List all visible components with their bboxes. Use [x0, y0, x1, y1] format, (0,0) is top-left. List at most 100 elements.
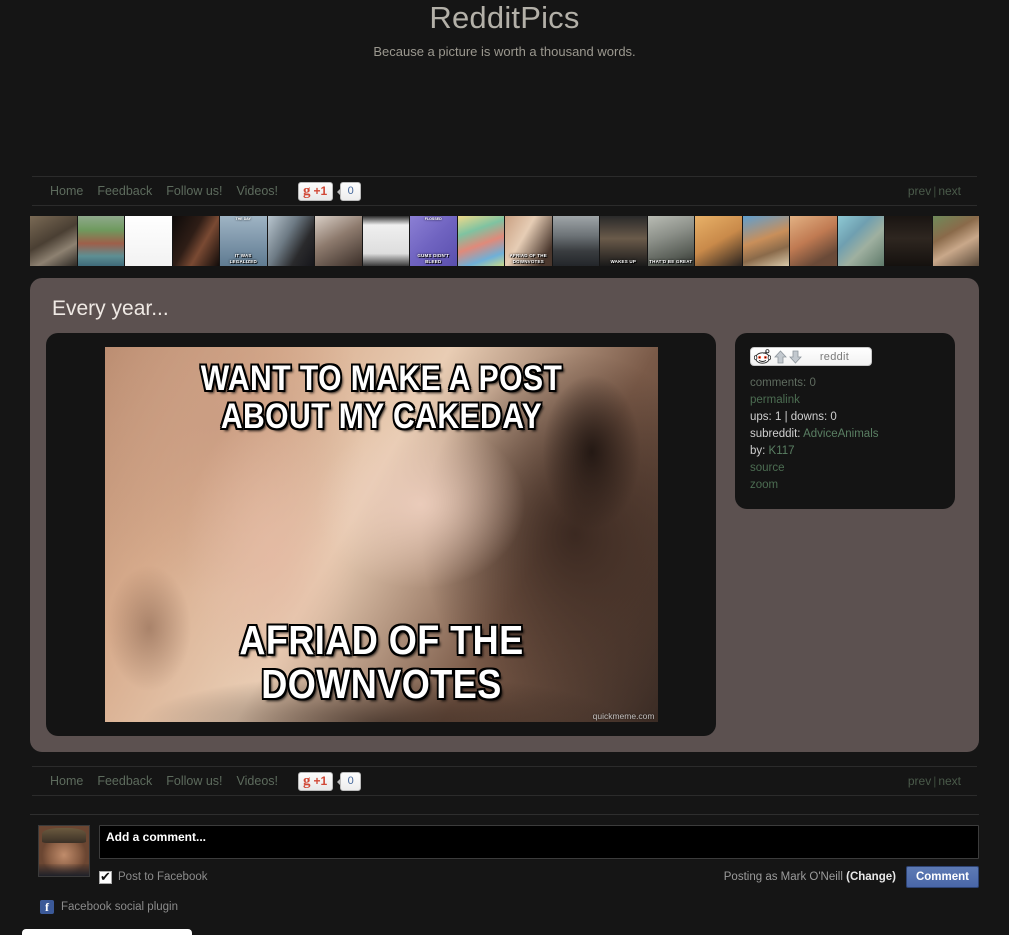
post-title: Every year...: [52, 297, 169, 320]
facebook-plugin-label: Facebook social plugin: [61, 901, 178, 913]
prev-link-bottom[interactable]: prev: [908, 774, 931, 788]
nav-item-videos-bottom[interactable]: Videos!: [237, 774, 278, 788]
meme-top-text: WANT TO MAKE A POST ABOUT MY CAKEDAY: [200, 359, 562, 436]
pager-top: prev | next: [908, 184, 961, 198]
thumbnail-label: WAKES UP: [610, 259, 637, 264]
nav-item-follow-us[interactable]: Follow us!: [166, 184, 222, 198]
subreddit-label: subreddit:: [750, 427, 801, 440]
thumbnail-label: THAT'D BE GREAT: [649, 259, 693, 264]
pager-bottom: prev | next: [908, 774, 961, 788]
plus-one-count-bubble-bottom[interactable]: 0: [337, 771, 362, 791]
thumbnail-item[interactable]: [932, 216, 979, 266]
thumbnail-item[interactable]: [790, 216, 837, 266]
google-plus-one-button[interactable]: g +1: [298, 181, 334, 201]
posting-as-text: Posting as Mark O'Neill (Change): [724, 871, 896, 883]
thumbnail-item[interactable]: [362, 216, 409, 266]
by-label: by:: [750, 444, 766, 457]
thumbnail-item[interactable]: [77, 216, 124, 266]
reddit-vote-arrows[interactable]: [774, 349, 802, 364]
next-link-top[interactable]: next: [938, 184, 961, 198]
google-plus-one-widget: g +1 0: [298, 181, 362, 201]
plus-one-label-bottom: +1: [313, 773, 328, 788]
post-sidebar: reddit comments: 0 permalink ups: 1 | do…: [735, 333, 955, 509]
nav-item-follow-us-bottom[interactable]: Follow us!: [166, 774, 222, 788]
thumbnail-top-label: FLOSSED: [424, 217, 442, 221]
change-user-link[interactable]: (Change): [846, 871, 896, 883]
thumbnail-item[interactable]: [267, 216, 314, 266]
thumbnail-item[interactable]: [172, 216, 219, 266]
meta-comments: comments: 0: [750, 374, 940, 391]
comment-input[interactable]: [99, 825, 979, 859]
meme-image[interactable]: WANT TO MAKE A POST ABOUT MY CAKEDAY AFR…: [104, 347, 658, 722]
thumbnail-item[interactable]: [125, 216, 172, 266]
prev-link-top[interactable]: prev: [908, 184, 931, 198]
thumbnail-item[interactable]: [552, 216, 599, 266]
facebook-comment-widget: Post to Facebook Posting as Mark O'Neill…: [30, 814, 979, 914]
comment-main: Post to Facebook Posting as Mark O'Neill…: [99, 825, 979, 888]
thumbnail-item[interactable]: [742, 216, 789, 266]
next-link-bottom[interactable]: next: [938, 774, 961, 788]
reddit-vote-widget[interactable]: reddit: [750, 347, 872, 366]
thumbnail-item[interactable]: [837, 216, 884, 266]
top-navbar: Home Feedback Follow us! Videos! g +1 0 …: [32, 176, 977, 206]
subreddit-value[interactable]: AdviceAnimals: [803, 428, 878, 440]
nav-item-home-bottom[interactable]: Home: [50, 774, 83, 788]
facebook-icon: f: [40, 900, 54, 914]
nav-links-bottom: Home Feedback Follow us! Videos! g +1 0: [32, 771, 362, 791]
meta-author: by: K117: [750, 442, 940, 459]
comment-submit-area: Posting as Mark O'Neill (Change) Comment: [724, 866, 979, 888]
source-link[interactable]: source: [750, 462, 785, 474]
nav-links: Home Feedback Follow us! Videos! g +1 0: [32, 181, 362, 201]
thumbnail-strip: THE DAY IT WAS LEGALIZED FLOSSED GUMS DIDN'…: [30, 216, 979, 266]
upvote-arrow-icon: [774, 349, 787, 363]
comments-label: comments:: [750, 376, 807, 389]
downvote-arrow-icon: [789, 350, 802, 364]
nav-item-home[interactable]: Home: [50, 184, 83, 198]
thumbnail-item[interactable]: [315, 216, 362, 266]
thumbnail-label: AFRIAD OF THE DOWNVOTES: [509, 253, 547, 264]
plus-one-label: +1: [313, 183, 328, 198]
author-value[interactable]: K117: [769, 445, 795, 457]
zoom-link[interactable]: zoom: [750, 479, 778, 491]
thumbnail-item[interactable]: THE DAY IT WAS LEGALIZED: [220, 216, 267, 266]
nav-item-feedback-bottom[interactable]: Feedback: [97, 774, 152, 788]
ups-count: 1: [774, 410, 782, 423]
meta-zoom: zoom: [750, 476, 940, 493]
meme-bottom-text: AFRIAD OF THE DOWNVOTES: [238, 617, 524, 707]
site-title: RedditPics: [429, 0, 580, 35]
image-panel: WANT TO MAKE A POST ABOUT MY CAKEDAY AFR…: [46, 333, 716, 736]
thumbnail-item[interactable]: [885, 216, 932, 266]
google-plus-one-button-bottom[interactable]: g +1: [298, 771, 334, 791]
thumbnail-item[interactable]: [695, 216, 742, 266]
posting-as-name: Posting as Mark O'Neill: [723, 871, 843, 883]
post-to-facebook-control[interactable]: Post to Facebook: [99, 869, 208, 884]
site-tagline: Because a picture is worth a thousand wo…: [373, 44, 636, 59]
meta-votes: ups: 1 | downs: 0: [750, 408, 940, 425]
thumbnail-item[interactable]: THAT'D BE GREAT: [647, 216, 694, 266]
thumbnail-item[interactable]: [457, 216, 504, 266]
permalink-link[interactable]: permalink: [750, 394, 800, 406]
post-card: Every year... WANT TO MAKE A POST ABOUT …: [30, 278, 979, 752]
nav-item-feedback[interactable]: Feedback: [97, 184, 152, 198]
comment-footer: Post to Facebook Posting as Mark O'Neill…: [99, 866, 979, 888]
thumbnail-item[interactable]: FLOSSED GUMS DIDN'T BLEED: [410, 216, 457, 266]
plus-one-count-bubble[interactable]: 0: [337, 181, 362, 201]
thumbnail-item[interactable]: AFRIAD OF THE DOWNVOTES: [505, 216, 552, 266]
comments-count: 0: [809, 376, 816, 389]
google-g-icon-bottom: g: [303, 772, 311, 789]
google-g-icon: g: [303, 182, 311, 199]
votes-separator: |: [784, 410, 788, 423]
thumbnail-item[interactable]: [30, 216, 77, 266]
thumbnail-top-label: THE DAY: [235, 217, 251, 221]
ups-label: ups:: [750, 410, 772, 423]
post-to-facebook-checkbox[interactable]: [99, 869, 112, 884]
thumbnail-label: IT WAS LEGALIZED: [229, 253, 257, 264]
meta-permalink: permalink: [750, 391, 940, 408]
downs-count: 0: [830, 410, 837, 423]
comment-compose-row: Post to Facebook Posting as Mark O'Neill…: [30, 825, 979, 888]
post-to-facebook-label: Post to Facebook: [118, 871, 208, 883]
nav-item-videos[interactable]: Videos!: [237, 184, 278, 198]
comment-submit-button[interactable]: Comment: [905, 866, 979, 888]
downs-label: downs:: [790, 410, 828, 423]
thumbnail-item[interactable]: WAKES UP: [600, 216, 647, 266]
